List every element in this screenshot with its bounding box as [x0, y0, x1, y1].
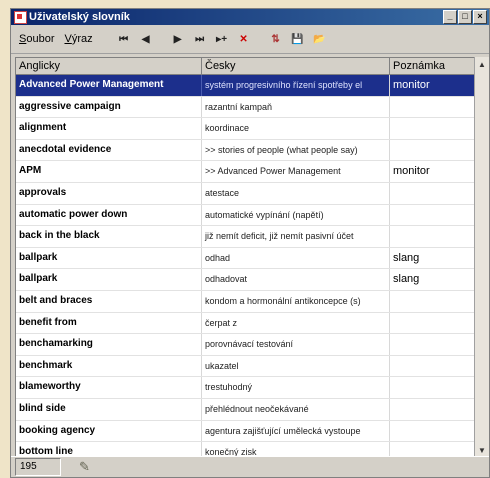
cell-czech[interactable]: čerpat z	[202, 312, 390, 334]
cell-czech[interactable]: systém progresivního řízení spotřeby el	[202, 75, 390, 96]
cell-english[interactable]: automatic power down	[16, 204, 202, 226]
menu-vyraz[interactable]: Výraz	[64, 33, 92, 45]
cell-note[interactable]: monitor	[390, 75, 478, 96]
cell-english[interactable]: blameworthy	[16, 377, 202, 398]
table-row[interactable]: blind side přehlédnout neočekávané	[16, 398, 478, 421]
next-record-icon[interactable]: ▶	[168, 29, 188, 49]
table-row[interactable]: blameworthy trestuhodný	[16, 377, 478, 399]
table-row[interactable]: approvals atestace	[16, 182, 478, 205]
cell-czech[interactable]: kondom a hormonální antikoncepce (s)	[202, 290, 390, 312]
scroll-up-icon[interactable]: ▲	[476, 59, 488, 71]
cell-czech[interactable]: koordinace	[202, 118, 390, 139]
toolbar: Soubor Výraz ⏮ ◀ ▶ ⏭ ▸+ ✕ ⇅ 💾 📂	[11, 25, 489, 54]
cell-czech[interactable]: porovnávací testování	[202, 334, 390, 355]
open-folder-icon[interactable]: 📂	[310, 29, 330, 49]
cell-note[interactable]: slang	[390, 269, 478, 290]
cell-note[interactable]	[390, 182, 478, 204]
cell-english[interactable]: ballpark	[16, 247, 202, 269]
table-row[interactable]: alignment koordinace	[16, 118, 478, 140]
table-row[interactable]: back in the black již nemít deficit, již …	[16, 226, 478, 248]
record-count: 195	[15, 458, 61, 476]
cell-note[interactable]	[390, 420, 478, 442]
cell-czech[interactable]: razantní kampaň	[202, 96, 390, 118]
cell-czech[interactable]: ukazatel	[202, 355, 390, 377]
table-body: Advanced Power Management systém progresi…	[16, 75, 478, 460]
cell-czech[interactable]: agentura zajišťující umělecká vystoupe	[202, 420, 390, 442]
cell-czech[interactable]: již nemít deficit, již nemít pasivní úče…	[202, 226, 390, 247]
delete-record-icon[interactable]: ✕	[234, 29, 254, 49]
cell-czech[interactable]: atestace	[202, 182, 390, 204]
close-button[interactable]: ×	[473, 10, 487, 24]
app-icon	[14, 11, 27, 24]
table-row[interactable]: benchamarking porovnávací testování	[16, 334, 478, 356]
cell-note[interactable]: slang	[390, 247, 478, 269]
cell-note[interactable]	[390, 334, 478, 355]
column-header-english[interactable]: Anglicky	[16, 58, 202, 74]
table-row[interactable]: APM >> Advanced Power Management monitor	[16, 161, 478, 183]
cell-note[interactable]	[390, 398, 478, 420]
cell-note[interactable]	[390, 118, 478, 139]
save-icon[interactable]: 💾	[288, 29, 308, 49]
column-header-czech[interactable]: Česky	[202, 58, 390, 74]
cell-czech[interactable]: >> Advanced Power Management	[202, 161, 390, 182]
cell-english[interactable]: benchmark	[16, 355, 202, 377]
table-row[interactable]: anecdotal evidence >> stories of people (…	[16, 139, 478, 162]
cell-note[interactable]	[390, 204, 478, 226]
cell-english[interactable]: APM	[16, 161, 202, 182]
menu-soubor[interactable]: Soubor	[19, 33, 54, 45]
cell-english[interactable]: anecdotal evidence	[16, 139, 202, 161]
table-row[interactable]: benefit from čerpat z	[16, 312, 478, 335]
prev-record-icon[interactable]: ◀	[136, 29, 156, 49]
cell-czech[interactable]: odhadovat	[202, 269, 390, 290]
first-record-icon[interactable]: ⏮	[114, 29, 134, 49]
minimize-button[interactable]: _	[443, 10, 457, 24]
cell-note[interactable]	[390, 377, 478, 398]
table-row[interactable]: automatic power down automatické vypínání…	[16, 204, 478, 227]
cell-english[interactable]: booking agency	[16, 420, 202, 442]
table-row[interactable]: aggressive campaign razantní kampaň	[16, 96, 478, 119]
cell-note[interactable]	[390, 96, 478, 118]
status-bar: 195 ✎	[11, 456, 489, 477]
table-row[interactable]: belt and braces kondom a hormonální antik…	[16, 290, 478, 313]
vertical-scrollbar[interactable]: ▲ ▼	[474, 57, 489, 459]
cell-czech[interactable]: >> stories of people (what people say)	[202, 139, 390, 161]
cell-english[interactable]: alignment	[16, 118, 202, 139]
table-row[interactable]: ballpark odhadovat slang	[16, 269, 478, 291]
cell-note[interactable]	[390, 312, 478, 334]
title-bar[interactable]: Uživatelský slovník _ □ ×	[11, 9, 489, 25]
table-row[interactable]: ballpark odhad slang	[16, 247, 478, 270]
cell-english[interactable]: benefit from	[16, 312, 202, 334]
cell-english[interactable]: approvals	[16, 182, 202, 204]
cell-english[interactable]: blind side	[16, 398, 202, 420]
window-controls: _ □ ×	[443, 10, 487, 24]
column-header-note[interactable]: Poznámka	[390, 58, 478, 74]
dictionary-window: Uživatelský slovník _ □ × Soubor Výraz ⏮…	[10, 8, 490, 478]
table-row[interactable]: Advanced Power Management systém progresi…	[16, 75, 478, 97]
cell-czech[interactable]: odhad	[202, 247, 390, 269]
cell-english[interactable]: belt and braces	[16, 290, 202, 312]
cell-czech[interactable]: přehlédnout neočekávané	[202, 398, 390, 420]
window-title: Uživatelský slovník	[29, 11, 130, 23]
cell-czech[interactable]: trestuhodný	[202, 377, 390, 398]
cell-note[interactable]	[390, 226, 478, 247]
cell-note[interactable]	[390, 139, 478, 161]
cell-english[interactable]: back in the black	[16, 226, 202, 247]
cell-note[interactable]	[390, 355, 478, 377]
insert-record-icon[interactable]: ▸+	[212, 29, 232, 49]
sort-icon[interactable]: ⇅	[266, 29, 286, 49]
pencil-edit-icon: ✎	[79, 459, 90, 474]
dictionary-table: Anglicky Česky Poznámka Advanced Power M…	[15, 57, 479, 461]
last-record-icon[interactable]: ⏭	[190, 29, 210, 49]
table-row[interactable]: benchmark ukazatel	[16, 355, 478, 378]
cell-note[interactable]	[390, 290, 478, 312]
cell-english[interactable]: aggressive campaign	[16, 96, 202, 118]
table-row[interactable]: booking agency agentura zajišťující uměle…	[16, 420, 478, 443]
cell-english[interactable]: benchamarking	[16, 334, 202, 355]
cell-english[interactable]: ballpark	[16, 269, 202, 290]
cell-czech[interactable]: automatické vypínání (napětí)	[202, 204, 390, 226]
cell-english[interactable]: Advanced Power Management	[16, 75, 202, 96]
table-header: Anglicky Česky Poznámka	[16, 58, 478, 75]
cell-note[interactable]: monitor	[390, 161, 478, 182]
maximize-button[interactable]: □	[458, 10, 472, 24]
